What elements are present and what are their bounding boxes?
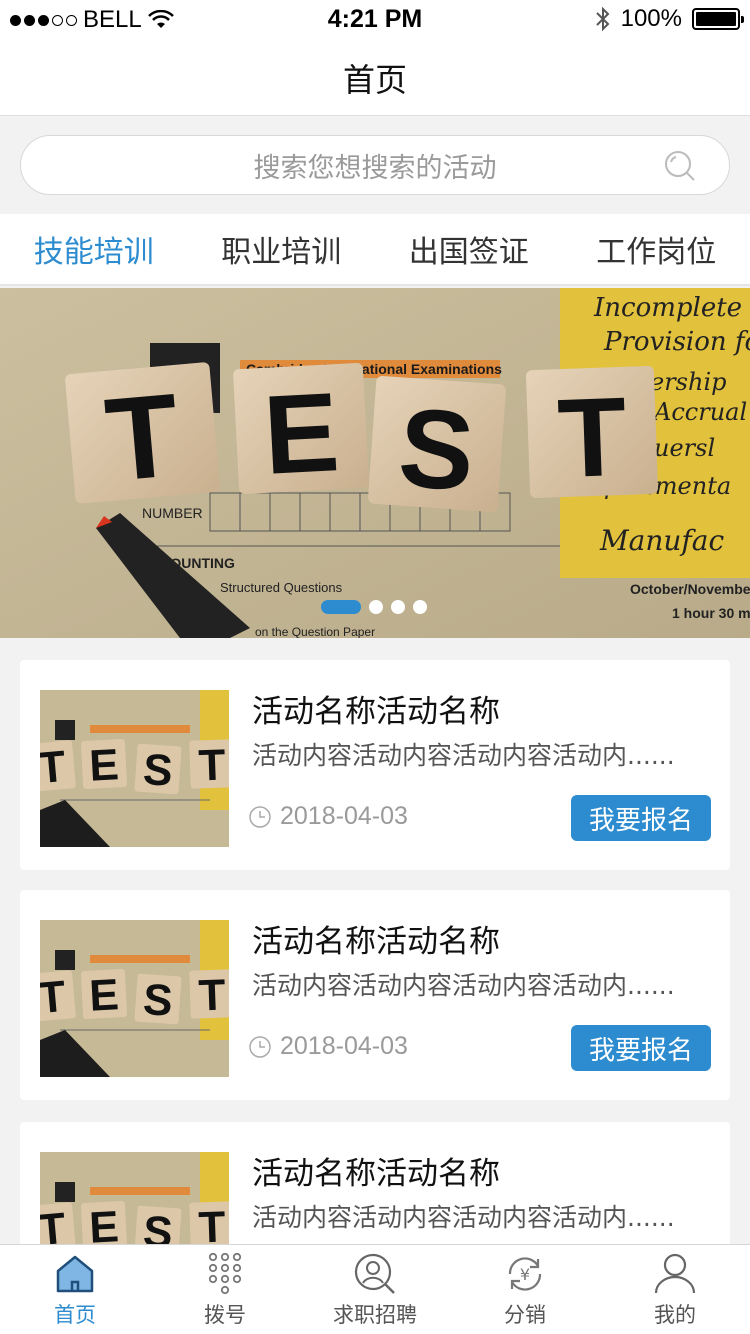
tabbar-label: 首页 [54,1303,96,1327]
banner-dot-active[interactable] [321,600,361,614]
status-right: 100% [595,5,744,33]
tabbar-item-distribution[interactable]: ¥ 分销 [450,1245,600,1334]
activity-card[interactable]: T E S T 活动名称活动名称 活动内容活动内容活动内容活动内...... 2… [20,890,730,1100]
banner-paper-right: October/November [630,581,750,597]
tabbar-item-home[interactable]: 首页 [0,1245,150,1334]
banner-note-line: Provision fo [603,327,750,357]
activity-description: 活动内容活动内容活动内容活动内...... [252,971,675,1000]
tab-vocational-training[interactable]: 职业培训 [188,214,376,284]
search-placeholder: 搜索您想搜索的活动 [253,152,497,184]
activity-description: 活动内容活动内容活动内容活动内...... [252,1203,675,1232]
tabbar-item-dial[interactable]: 拨号 [150,1245,300,1334]
tabbar-label: 分销 [504,1303,546,1327]
signup-button[interactable]: 我要报名 [571,795,711,841]
banner-paper-line: NUMBER [142,505,203,521]
tabbar-label: 拨号 [204,1303,246,1327]
banner-tile-letter: E [261,369,342,498]
clock-icon [249,1035,271,1058]
search-input[interactable]: 搜索您想搜索的活动 [20,135,730,195]
svg-text:¥: ¥ [520,1265,530,1284]
svg-text:T: T [198,741,227,791]
dialpad-icon [208,1252,242,1295]
banner-tile-letter: S [395,385,478,515]
tabbar-item-jobs[interactable]: 求职招聘 [300,1245,450,1334]
bottom-tab-bar: 首页 拨号 求职招聘 ¥ 分销 我的 [0,1244,750,1334]
svg-text:E: E [88,740,120,790]
activity-thumbnail: T E S T [40,690,229,847]
category-tabs: 技能培训 职业培训 出国签证 工作岗位 [0,214,750,286]
banner-tile-letter: T [556,374,629,501]
battery-icon [692,8,744,30]
tab-job-positions[interactable]: 工作岗位 [563,214,750,284]
banner-carousel[interactable]: Incomplete Provision fo ership Accrual u… [0,288,750,638]
banner-note-line: ership [650,368,727,396]
tabbar-label: 求职招聘 [333,1303,417,1327]
banner-pagination[interactable] [321,600,427,614]
svg-text:T: T [40,972,68,1023]
clock-icon [249,805,271,828]
banner-image: Incomplete Provision fo ership Accrual u… [0,288,750,638]
activity-card[interactable]: T E S T 活动名称活动名称 活动内容活动内容活动内容活动内...... 2… [20,660,730,870]
banner-note-line: Incomplete [593,293,742,323]
banner-note-line: uersl [654,434,715,462]
banner-note-line: Accrual [652,398,747,426]
activity-description: 活动内容活动内容活动内容活动内...... [252,741,675,770]
page-title: 首页 [342,60,407,99]
svg-text:T: T [198,971,227,1021]
activity-title: 活动名称活动名称 [252,924,500,960]
activity-title: 活动名称活动名称 [252,1156,500,1192]
activity-date-text: 2018-04-03 [280,802,408,830]
distribution-icon: ¥ [508,1257,542,1291]
banner-note-line: Manufac [599,524,724,557]
signup-button[interactable]: 我要报名 [571,1025,711,1071]
tab-overseas-visa[interactable]: 出国签证 [375,214,563,284]
svg-text:T: T [40,742,68,793]
activity-date-text: 2018-04-03 [280,1032,408,1060]
status-bar: BELL 4:21 PM 100% [0,0,750,40]
tab-skill-training[interactable]: 技能培训 [0,214,188,284]
battery-percent: 100% [620,5,682,32]
banner-paper-line: on the Question Paper [255,625,375,638]
banner-dot[interactable] [413,600,427,614]
job-search-icon [354,1253,395,1294]
banner-paper-line: Structured Questions [220,580,343,595]
activity-title: 活动名称活动名称 [252,694,500,730]
nav-bar: 首页 [0,40,750,116]
profile-icon [654,1253,696,1294]
search-icon[interactable] [663,149,697,183]
activity-thumbnail: T E S T [40,920,229,1077]
svg-text:E: E [88,970,120,1020]
banner-tile-letter: T [101,369,184,507]
banner-dot[interactable] [391,600,405,614]
banner-dot[interactable] [369,600,383,614]
svg-text:S: S [142,745,175,796]
tabbar-label: 我的 [654,1303,696,1327]
banner-paper-right: 1 hour 30 m [672,605,750,621]
svg-text:S: S [142,975,175,1026]
home-icon [56,1255,94,1293]
tabbar-item-profile[interactable]: 我的 [600,1245,750,1334]
search-area: 搜索您想搜索的活动 [0,116,750,214]
activity-date: 2018-04-03 [248,802,408,831]
activity-date: 2018-04-03 [248,1032,408,1061]
bluetooth-icon [595,6,610,32]
